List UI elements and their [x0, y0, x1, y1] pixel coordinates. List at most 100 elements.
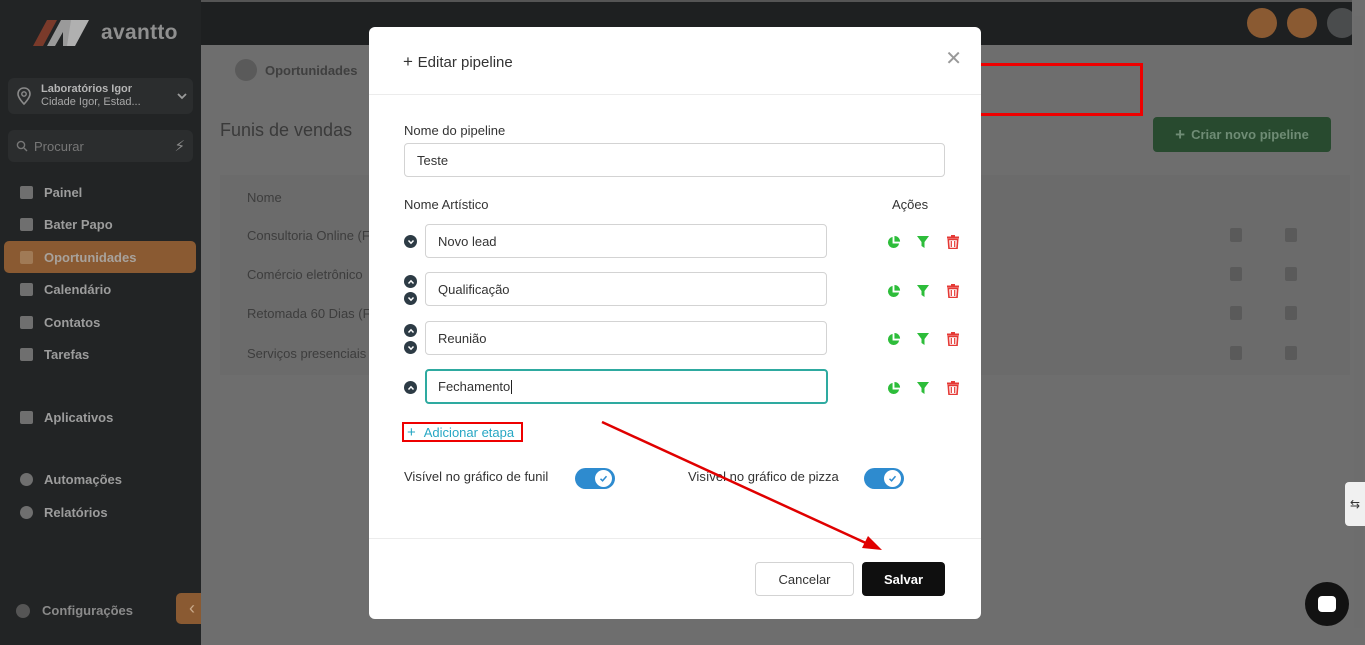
stage-input[interactable]: Qualificação — [425, 272, 827, 306]
stage-actions — [885, 331, 961, 347]
company-selector[interactable]: Laboratórios Igor Cidade Igor, Estad... — [8, 78, 193, 114]
trash-icon[interactable] — [945, 234, 961, 250]
reports-icon — [20, 505, 33, 519]
sidebar-item-label: Tarefas — [44, 347, 90, 362]
move-down-icon[interactable] — [404, 292, 417, 305]
chat-bubble-icon — [1318, 596, 1336, 612]
stage-name-label: Nome Artístico — [404, 197, 489, 212]
pie-toggle-label: Visível no gráfico de pizza — [688, 469, 839, 484]
move-up-icon[interactable] — [404, 275, 417, 288]
close-icon[interactable]: ✕ — [945, 49, 962, 69]
sidebar-item-oportunidades[interactable]: Oportunidades — [4, 241, 196, 273]
funnel-icon — [20, 250, 33, 264]
app-root: avantto Laboratórios Igor Cidade Igor, E… — [0, 0, 1365, 645]
phone-icon[interactable] — [1247, 8, 1277, 38]
add-stage-button[interactable]: + Adicionar etapa — [402, 422, 523, 442]
text-caret — [511, 379, 513, 394]
move-down-icon[interactable] — [404, 235, 417, 248]
pipeline-name-input[interactable]: Teste — [404, 143, 945, 177]
stage-input-value: Fechamento — [438, 379, 511, 394]
trash-icon[interactable] — [945, 331, 961, 347]
table-row[interactable]: Consultoria Online (F — [247, 228, 370, 243]
trash-icon[interactable] — [1285, 228, 1297, 242]
lightning-icon[interactable]: ⚡ — [174, 137, 185, 155]
actions-label: Ações — [892, 197, 929, 212]
edit-icon[interactable] — [1230, 346, 1242, 360]
move-down-icon[interactable] — [404, 341, 417, 354]
sidebar-search[interactable]: Procurar ⚡ — [8, 130, 193, 162]
sidebar-item-automacoes[interactable]: Automações — [4, 464, 196, 496]
move-up-icon[interactable] — [404, 381, 417, 394]
save-button[interactable]: Salvar — [862, 562, 945, 596]
pie-chart-icon[interactable] — [885, 380, 901, 396]
search-icon — [16, 140, 28, 152]
filter-icon[interactable] — [915, 380, 931, 396]
trash-icon[interactable] — [945, 283, 961, 299]
sidebar-item-label: Oportunidades — [44, 249, 137, 265]
filter-icon[interactable] — [915, 283, 931, 299]
table-row[interactable]: Serviços presenciais — [247, 346, 366, 361]
table-row[interactable]: Comércio eletrônico — [247, 267, 363, 282]
search-placeholder: Procurar — [34, 138, 84, 154]
avantto-logo-icon — [33, 20, 89, 46]
plus-icon: + — [403, 52, 418, 71]
sidebar-nav: Painel Bater Papo Oportunidades Calendár… — [4, 176, 196, 529]
sidebar-item-bater-papo[interactable]: Bater Papo — [4, 209, 196, 241]
pie-chart-icon[interactable] — [885, 283, 901, 299]
table-row[interactable]: Retomada 60 Dias (F — [247, 306, 371, 321]
stage-input[interactable]: Novo lead — [425, 224, 827, 258]
expand-icon: ⇆ — [1349, 497, 1361, 511]
sidebar-item-aplicativos[interactable]: Aplicativos — [4, 401, 196, 433]
trash-icon[interactable] — [1285, 346, 1297, 360]
sidebar-item-label: Configurações — [42, 603, 134, 618]
topbar-actions — [1247, 8, 1357, 38]
filter-icon[interactable] — [915, 234, 931, 250]
pie-chart-icon[interactable] — [885, 234, 901, 250]
sidebar-item-contatos[interactable]: Contatos — [4, 306, 196, 338]
stage-input-active[interactable]: Fechamento — [425, 369, 828, 404]
pie-chart-icon[interactable] — [885, 331, 901, 347]
puzzle-icon — [20, 410, 33, 424]
trash-icon[interactable] — [1285, 306, 1297, 320]
funnel-visibility-toggle[interactable] — [575, 468, 615, 489]
check-icon — [884, 470, 901, 487]
chevron-down-icon — [177, 93, 187, 100]
edit-icon[interactable] — [1230, 228, 1242, 242]
stage-actions — [885, 234, 961, 250]
modal-title: + Editar pipeline — [403, 52, 513, 72]
automation-icon — [20, 473, 33, 486]
brand-name: avantto — [101, 21, 178, 44]
company-name: Laboratórios Igor — [41, 83, 133, 95]
edit-icon[interactable] — [1230, 306, 1242, 320]
checkbox-icon — [20, 348, 33, 361]
gear-icon — [16, 603, 30, 618]
sidebar-item-tarefas[interactable]: Tarefas — [4, 339, 196, 371]
sidebar-item-relatorios[interactable]: Relatórios — [4, 496, 196, 528]
filter-icon[interactable] — [915, 331, 931, 347]
create-pipeline-label: Criar novo pipeline — [1191, 127, 1309, 142]
scrollbar-thumb[interactable] — [1354, 16, 1363, 628]
move-up-icon[interactable] — [404, 324, 417, 337]
brand-logo[interactable]: avantto — [33, 16, 178, 50]
pie-visibility-toggle[interactable] — [864, 468, 904, 489]
sidebar-item-calendario[interactable]: Calendário — [4, 274, 196, 306]
company-location: Cidade Igor, Estad... — [41, 96, 141, 108]
edit-icon[interactable] — [1230, 267, 1242, 281]
table-header-name: Nome — [247, 190, 282, 205]
sidebar-item-painel[interactable]: Painel — [4, 176, 196, 208]
trash-icon[interactable] — [1285, 267, 1297, 281]
sidebar-item-label: Aplicativos — [44, 409, 114, 425]
cancel-button[interactable]: Cancelar — [755, 562, 854, 596]
support-chat-button[interactable] — [1305, 582, 1349, 626]
side-tab-toggle[interactable]: ⇆ — [1345, 482, 1365, 526]
sidebar: avantto Laboratórios Igor Cidade Igor, E… — [0, 0, 201, 645]
sidebar-item-configuracoes[interactable]: Configurações — [16, 603, 133, 618]
stage-input[interactable]: Reunião — [425, 321, 827, 355]
trash-icon[interactable] — [945, 380, 961, 396]
breadcrumb: Oportunidades — [235, 59, 357, 81]
plus-icon: + — [407, 423, 416, 441]
notification-bell-icon[interactable] — [1287, 8, 1317, 38]
create-pipeline-button[interactable]: + Criar novo pipeline — [1153, 117, 1331, 152]
page-scrollbar[interactable] — [1352, 0, 1365, 645]
edit-pipeline-modal: + Editar pipeline ✕ Nome do pipeline Tes… — [369, 27, 981, 619]
